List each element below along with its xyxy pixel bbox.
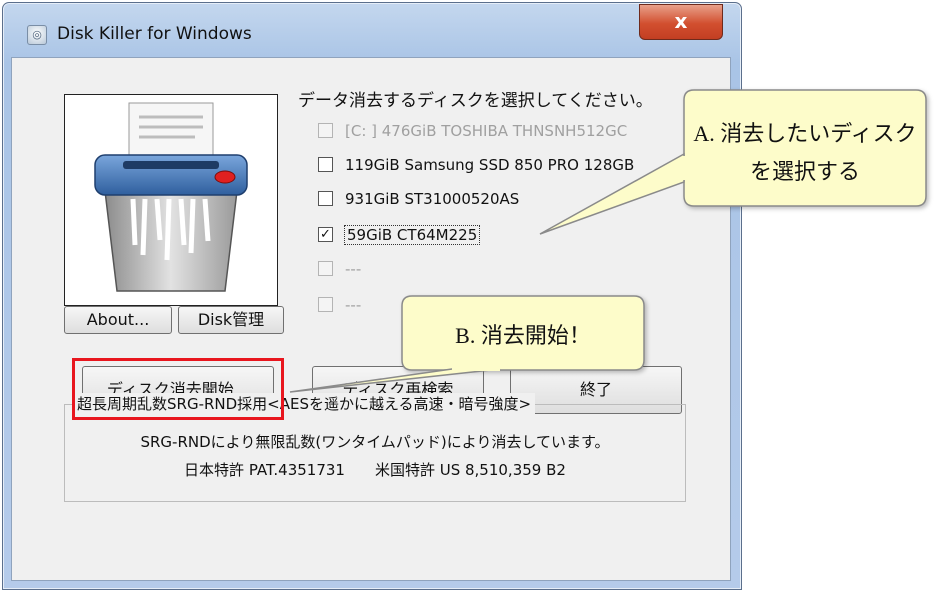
info-line-2: 日本特許 PAT.4351731 米国特許 US 8,510,359 B2	[184, 461, 566, 479]
disk-icon[interactable]: ◎	[27, 25, 47, 45]
disk-label: [C: ] 476GiB TOSHIBA THNSNH512GC	[345, 122, 628, 140]
disk-checkbox[interactable]	[318, 191, 333, 206]
disk-option[interactable]: ---	[318, 260, 361, 282]
disk-label: ---	[345, 296, 362, 314]
callout-b-text: B. 消去開始！	[455, 323, 591, 348]
info-line-1: SRG-RNDにより無限乱数(ワンタイムパッド)により消去しています。	[140, 433, 610, 451]
app-window: ◎ Disk Killer for Windows x About... Dis…	[2, 2, 742, 590]
disk-option[interactable]: 119GiB Samsung SSD 850 PRO 128GB	[318, 156, 634, 178]
callout-a-line-2: を選択する	[749, 159, 860, 184]
disk-checkbox[interactable]	[318, 157, 333, 172]
callout-a-line-1: A. 消去したいディスク	[693, 121, 917, 146]
paper-shredder-icon	[94, 102, 248, 292]
disk-option[interactable]: ---	[318, 296, 361, 318]
disk-label: 931GiB ST31000520AS	[345, 190, 520, 208]
about-button[interactable]: About...	[64, 306, 172, 334]
disk-option[interactable]: 931GiB ST31000520AS	[318, 190, 519, 212]
disk-checkbox[interactable]	[318, 261, 333, 276]
title-bar[interactable]: ◎ Disk Killer for Windows x	[3, 3, 741, 55]
disk-manage-button[interactable]: Disk管理	[178, 306, 284, 334]
start-button-highlight	[72, 358, 284, 420]
instruction-text: データ消去するディスクを選択してください。	[298, 91, 653, 111]
shredder-image-frame	[64, 94, 278, 306]
disk-option[interactable]: ✓ 59GiB CT64M225	[318, 225, 481, 248]
disk-checkbox[interactable]	[318, 297, 333, 312]
disk-label: 119GiB Samsung SSD 850 PRO 128GB	[345, 156, 635, 174]
disk-label: 59GiB CT64M225	[343, 225, 481, 245]
window-title: Disk Killer for Windows	[57, 24, 252, 44]
disk-label: ---	[345, 260, 362, 278]
disk-option[interactable]: [C: ] 476GiB TOSHIBA THNSNH512GC	[318, 122, 627, 144]
close-button[interactable]: x	[639, 4, 723, 40]
disk-checkbox-checked[interactable]: ✓	[318, 227, 333, 242]
callout-a-text: A. 消去したいディスク を選択する	[686, 116, 924, 186]
disk-checkbox[interactable]	[318, 123, 333, 138]
